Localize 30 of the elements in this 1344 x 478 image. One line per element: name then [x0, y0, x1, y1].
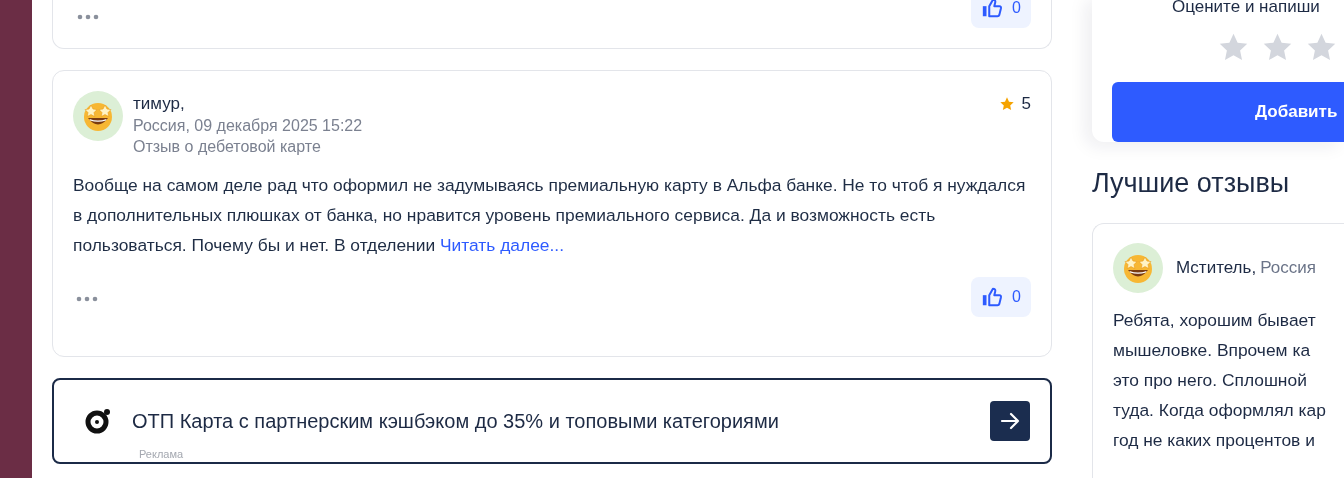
like-button[interactable]: 0: [971, 0, 1031, 28]
arrow-button[interactable]: [990, 401, 1030, 441]
add-review-button[interactable]: Добавить: [1112, 82, 1344, 142]
avatar-icon: [1113, 243, 1163, 293]
logo-icon: [84, 407, 112, 435]
avatar-icon: [73, 91, 123, 141]
rating-value: 5: [1021, 94, 1031, 114]
more-icon[interactable]: [77, 14, 99, 20]
star-icon: [998, 96, 1015, 112]
review-text-line: год не каких процентов и: [1113, 429, 1316, 452]
arrow-right-icon: [1000, 412, 1020, 430]
review-text-line: мышеловке. Впрочем ка: [1113, 339, 1312, 362]
review-text-line: Ребята, хорошим бывает: [1113, 309, 1317, 332]
ad-title[interactable]: ОТП Карта с партнерским кэшбэком до 35% и топовыми категориями: [132, 409, 990, 433]
like-button[interactable]: 0: [971, 277, 1031, 317]
more-icon[interactable]: [76, 296, 98, 302]
review-text-line: туда. Когда оформлял кар: [1113, 399, 1327, 422]
review-text-line: это про него. Сплошной: [1113, 369, 1308, 392]
thumbs-up-icon: [981, 286, 1004, 308]
section-heading: Лучшие отзывы: [1092, 168, 1291, 199]
rating-prompt: Оцените и напиши: [1171, 0, 1321, 18]
ad-label: Реклама: [139, 448, 184, 460]
read-more-link[interactable]: Читать далее...: [439, 235, 564, 255]
review-type: Отзыв о дебетовой карте: [133, 138, 322, 156]
author-name: тимур,: [133, 94, 186, 114]
thumbs-up-icon: [981, 0, 1004, 19]
author-country: Россия: [1260, 258, 1316, 278]
author-name: Мститель,: [1176, 258, 1257, 278]
review-meta: Россия, 09 декабря 2025 15:22: [133, 117, 364, 135]
review-text: Вообще на самом деле рад что оформил не задумываясь премиальную карту в Альфа банке. Не то чтоб я нуждался в дополнительных плюшках от банка, но нравится уровень премиального сервиса. Да и возможность есть пользоваться. Почему бы и нет. В отделении Читать далее...: [73, 174, 1027, 257]
